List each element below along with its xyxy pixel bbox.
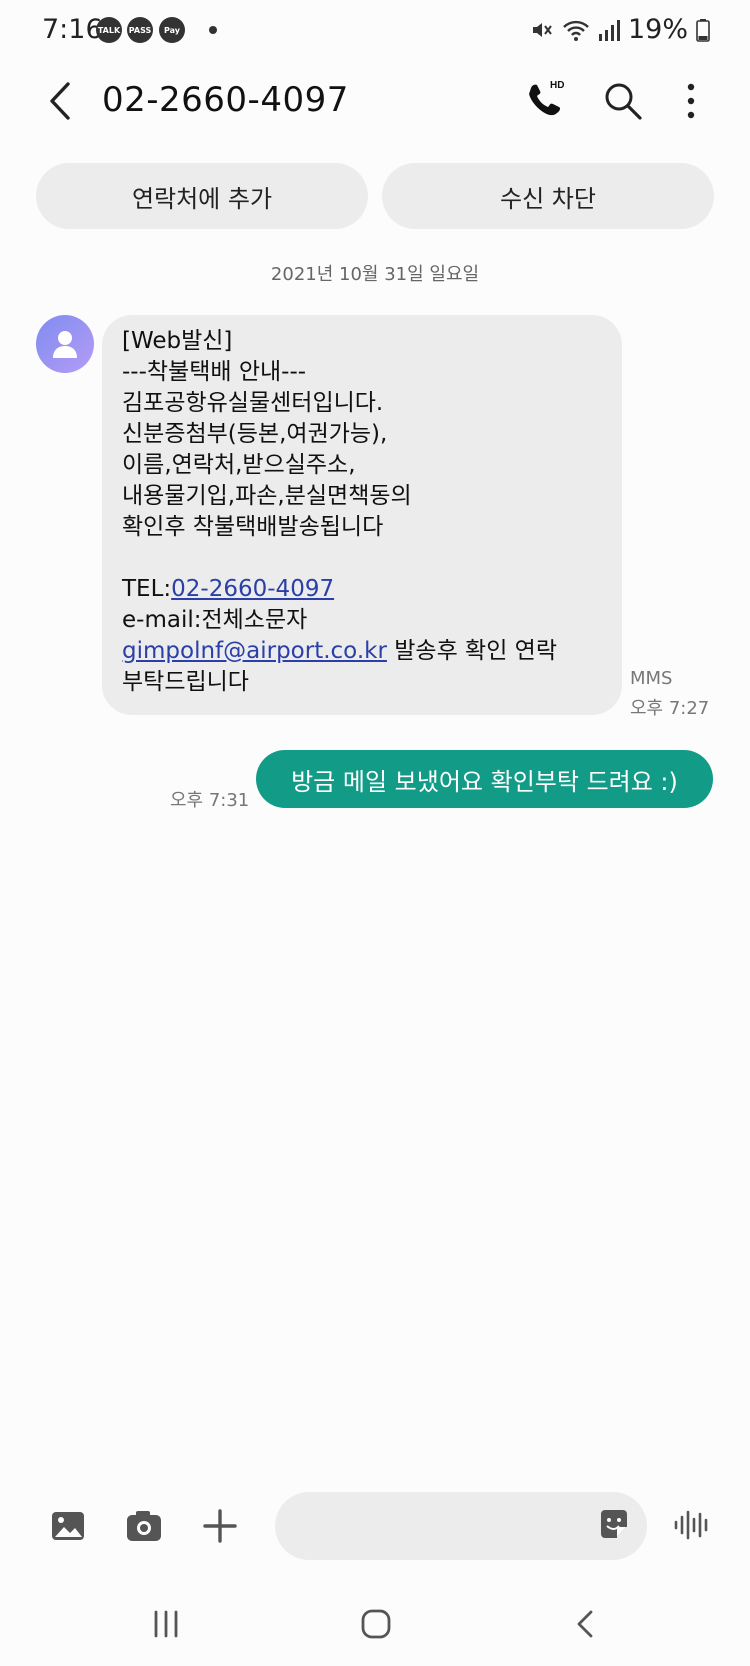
wifi-icon	[563, 20, 589, 41]
gallery-icon[interactable]	[48, 1506, 88, 1546]
search-icon[interactable]	[602, 80, 644, 122]
person-icon	[53, 331, 77, 358]
message-time: 오후 7:31	[170, 790, 250, 811]
kakaotalk-badge-icon: TALK	[96, 17, 122, 43]
email-line: gimpolnf@airport.co.kr 발송후 확인 연락	[122, 636, 602, 667]
message-line: 확인후 착불택배발송됩니다	[122, 514, 384, 540]
pay-badge-icon: Pay	[159, 17, 185, 43]
status-bar: 7:16 TALK PASS Pay 19%	[0, 0, 750, 62]
message-line: e-mail:전체소문자	[122, 607, 308, 633]
tel-line: TEL:02-2660-4097	[122, 574, 602, 605]
email-link[interactable]: gimpolnf@airport.co.kr	[122, 638, 387, 664]
outgoing-message-bubble[interactable]: 방금 메일 보냈어요 확인부탁 드려요 :)	[256, 750, 713, 808]
incoming-message-bubble[interactable]: [Web발신] ---착불택배 안내--- 김포공항유실물센터입니다. 신분증첨…	[102, 315, 622, 715]
notification-dot-icon	[209, 26, 217, 34]
voice-input-icon[interactable]	[674, 1508, 712, 1542]
message-line: ---착불택배 안내---	[122, 359, 307, 385]
tel-link[interactable]: 02-2660-4097	[171, 576, 334, 602]
message-line: 김포공항유실물센터입니다.	[122, 390, 384, 416]
avatar[interactable]	[36, 315, 94, 373]
add-contact-button[interactable]: 연락처에 추가	[36, 163, 368, 229]
status-indicators: 19%	[530, 14, 710, 45]
home-icon[interactable]	[356, 1604, 396, 1644]
email-suffix: 발송후 확인 연락	[386, 638, 557, 664]
page-title: 02-2660-4097	[102, 80, 349, 120]
nav-back-icon[interactable]	[566, 1604, 606, 1644]
message-line: 신분증첨부(등본,여권가능),	[122, 421, 388, 447]
add-attachment-icon[interactable]	[200, 1506, 240, 1546]
battery-percent: 19%	[627, 14, 688, 45]
message-input[interactable]	[275, 1492, 647, 1560]
signal-icon	[598, 19, 620, 41]
battery-icon	[696, 18, 710, 42]
date-separator: 2021년 10월 31일 일요일	[270, 264, 480, 285]
sticker-icon[interactable]	[596, 1506, 632, 1542]
mute-icon	[532, 22, 552, 37]
message-line: [Web발신]	[122, 328, 233, 354]
block-number-button[interactable]: 수신 차단	[382, 163, 714, 229]
message-type-label: MMS	[630, 668, 673, 689]
message-line: 내용물기입,파손,분실면책동의	[122, 483, 412, 509]
conversation-header: 02-2660-4097 HD	[0, 62, 750, 142]
pass-badge-icon: PASS	[127, 17, 153, 43]
recent-apps-icon[interactable]	[146, 1604, 186, 1644]
message-line: 부탁드립니다	[122, 669, 249, 695]
tel-prefix: TEL:	[122, 576, 172, 602]
camera-icon[interactable]	[124, 1506, 164, 1546]
back-icon[interactable]	[40, 78, 86, 124]
message-line: 이름,연락처,받으실주소,	[122, 452, 356, 478]
status-time: 7:16	[42, 14, 103, 45]
more-options-icon[interactable]	[676, 80, 706, 122]
hd-call-icon[interactable]: HD	[524, 78, 574, 124]
hd-label: HD	[550, 80, 564, 91]
message-time: 오후 7:27	[630, 698, 710, 719]
